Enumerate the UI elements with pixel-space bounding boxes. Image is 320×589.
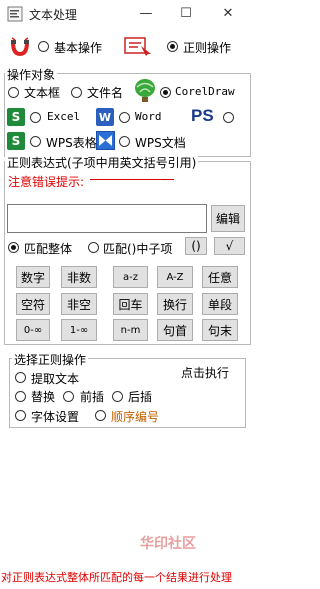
window-title: 文本处理 [29, 8, 78, 22]
op-font-label[interactable]: 字体设置 [31, 408, 79, 425]
target-coreldraw-radio[interactable] [160, 87, 171, 98]
paren-button[interactable]: () [185, 237, 207, 255]
operations-group-title: 选择正则操作 [12, 351, 89, 368]
match-sub-label[interactable]: 匹配()中子项 [103, 240, 172, 257]
regex-group-title: 正则表达式(子项中用英文括号引用) [5, 154, 199, 171]
target-word-label[interactable]: Word [135, 110, 162, 123]
quick-btn-n-m[interactable]: n-m [113, 319, 148, 341]
edit-button[interactable]: 编辑 [211, 205, 245, 232]
op-prefix-radio[interactable] [63, 391, 74, 402]
match-whole-label[interactable]: 匹配整体 [24, 240, 72, 257]
quick-btn-line-end[interactable]: 句末 [202, 319, 238, 341]
regex-input[interactable] [7, 204, 207, 233]
wps-doc-icon [96, 131, 115, 150]
maximize-icon: ☐ [180, 5, 192, 21]
regex-icon [124, 37, 151, 56]
target-textbox-radio[interactable] [8, 87, 19, 98]
mode-basic-label[interactable]: 基本操作 [54, 39, 102, 56]
quick-btn-lowercase[interactable]: a-z [113, 266, 148, 288]
mode-regex-radio[interactable] [167, 41, 178, 52]
op-prefix-label[interactable]: 前插 [80, 388, 104, 405]
magnet-icon [11, 37, 29, 57]
minimize-button[interactable]: — [132, 3, 160, 23]
ps-icon: PS [191, 106, 214, 125]
target-filename-label[interactable]: 文件名 [87, 84, 123, 101]
op-extract-label[interactable]: 提取文本 [31, 370, 79, 387]
quick-btn-uppercase[interactable]: A-Z [157, 266, 193, 288]
quick-btn-zero-inf[interactable]: 0-∞ [16, 319, 50, 341]
title-bar: 文本处理 — ☐ ✕ [0, 0, 254, 28]
quick-btn-any[interactable]: 任意 [202, 266, 238, 288]
quick-btn-digit[interactable]: 数字 [16, 266, 50, 288]
target-wps-sheet-label[interactable]: WPS表格 [46, 134, 97, 151]
error-hint-line [90, 179, 174, 180]
target-filename-radio[interactable] [71, 87, 82, 98]
quick-btn-nonspace[interactable]: 非空 [61, 293, 97, 315]
run-label[interactable]: 点击执行 [181, 364, 229, 381]
op-replace-radio[interactable] [15, 391, 26, 402]
op-font-radio[interactable] [15, 410, 26, 421]
target-wps-doc-label[interactable]: WPS文档 [135, 134, 186, 151]
status-text: 对正则表达式整体所匹配的每一个结果进行处理 [0, 567, 254, 589]
op-extract-radio[interactable] [15, 372, 26, 383]
quick-btn-one-inf[interactable]: 1-∞ [61, 319, 97, 341]
word-icon: W [96, 108, 114, 126]
target-excel-label[interactable]: Excel [47, 110, 80, 123]
target-excel-radio[interactable] [30, 112, 41, 123]
watermark-logo: 华印社区 [140, 536, 196, 552]
quick-btn-newline[interactable]: 换行 [157, 293, 193, 315]
op-replace-label[interactable]: 替换 [31, 388, 55, 405]
op-sequence-label[interactable]: 顺序编号 [111, 408, 159, 425]
op-suffix-label[interactable]: 后插 [128, 388, 152, 405]
close-button[interactable]: ✕ [214, 3, 242, 23]
target-wps-sheet-radio[interactable] [30, 136, 41, 147]
target-textbox-label[interactable]: 文本框 [24, 84, 60, 101]
target-ps-radio[interactable] [223, 112, 234, 123]
target-group-title: 操作对象 [5, 66, 58, 83]
target-word-radio[interactable] [119, 112, 130, 123]
mode-basic-radio[interactable] [38, 41, 49, 52]
op-sequence-radio[interactable] [95, 410, 106, 421]
quick-btn-paragraph[interactable]: 单段 [202, 293, 238, 315]
excel-icon: S [7, 108, 25, 126]
wps-sheet-icon: S [7, 132, 25, 150]
check-button[interactable]: √ [214, 237, 245, 255]
maximize-button[interactable]: ☐ [172, 3, 200, 23]
target-wps-doc-radio[interactable] [119, 136, 130, 147]
quick-btn-nondigit[interactable]: 非数 [61, 266, 97, 288]
match-sub-radio[interactable] [88, 242, 99, 253]
coreldraw-icon [135, 79, 155, 102]
match-whole-radio[interactable] [8, 242, 19, 253]
app-icon [7, 6, 23, 22]
close-icon: ✕ [222, 5, 234, 21]
op-suffix-radio[interactable] [112, 391, 123, 402]
quick-btn-return[interactable]: 回车 [113, 293, 148, 315]
mode-regex-label[interactable]: 正则操作 [183, 39, 231, 56]
quick-btn-line-start[interactable]: 句首 [157, 319, 193, 341]
target-coreldraw-label[interactable]: CorelDraw [175, 85, 235, 98]
quick-btn-whitespace[interactable]: 空符 [16, 293, 50, 315]
minimize-icon: — [139, 5, 153, 21]
error-hint-label: 注意错误提示: [8, 175, 85, 189]
